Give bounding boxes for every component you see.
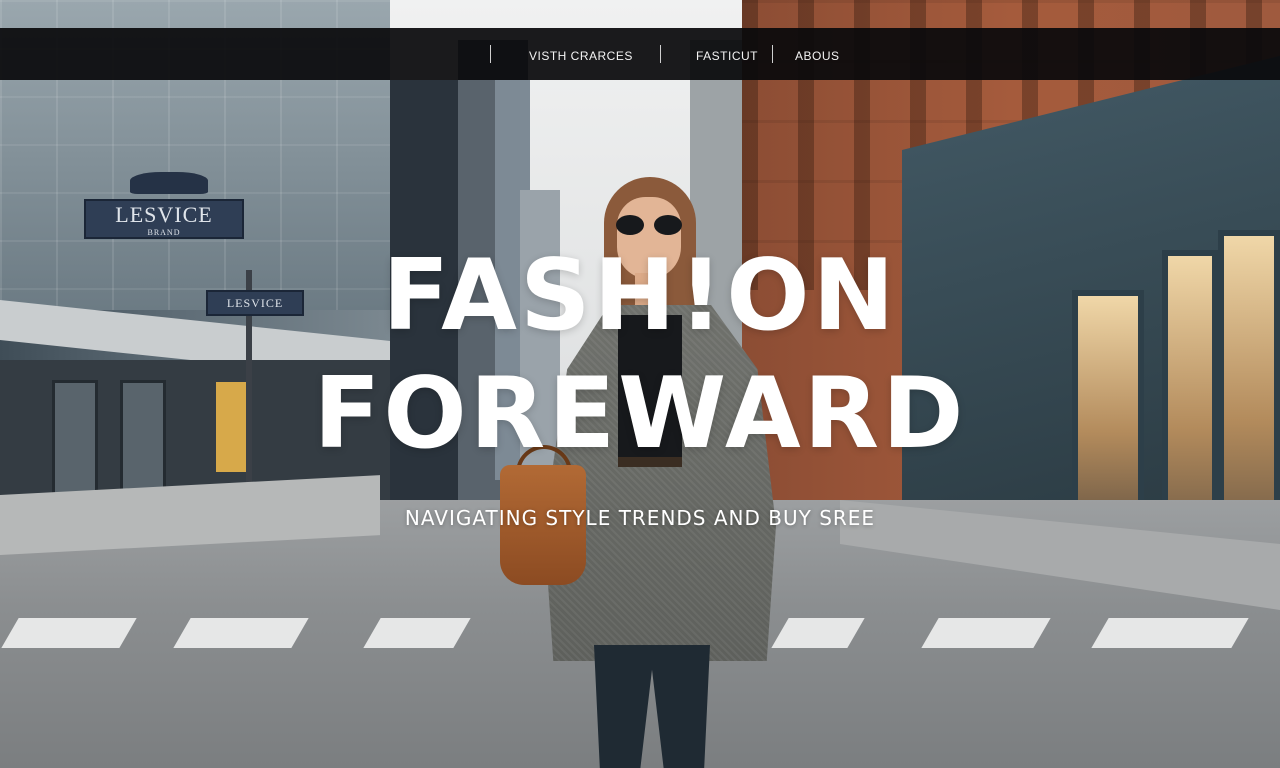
nav-link-abous[interactable]: ABOUS xyxy=(795,28,840,80)
crosswalk-stripe xyxy=(1,618,137,648)
belt xyxy=(618,457,682,467)
nav-separator xyxy=(490,45,491,63)
store-sign-small-text: LESVICE xyxy=(226,296,284,310)
crosswalk-stripe xyxy=(173,618,309,648)
store-sign-text: LESVICE xyxy=(115,202,213,227)
poster xyxy=(216,382,246,472)
nav-separator xyxy=(660,45,661,63)
jeans xyxy=(594,645,710,768)
store-sign-subtext: BRAND xyxy=(147,228,181,237)
nav-link-visth-crarces[interactable]: VISTH CRARCES xyxy=(529,28,633,80)
nav-separator xyxy=(772,45,773,63)
sunglasses xyxy=(616,215,684,235)
hero-background-image: LESVICE BRAND LESVICE xyxy=(0,0,1280,768)
store-sign-small: LESVICE xyxy=(206,290,304,316)
crosswalk-stripe xyxy=(1091,618,1249,648)
shop-window xyxy=(1072,290,1144,530)
sign-crest-ornament xyxy=(130,172,208,194)
crosswalk-stripe xyxy=(363,618,471,648)
skyscraper xyxy=(388,80,458,500)
black-top xyxy=(618,315,682,465)
storefront-door xyxy=(120,380,166,500)
storefront-door xyxy=(52,380,98,500)
nav-link-fasticut[interactable]: FASTICUT xyxy=(696,28,758,80)
model-person xyxy=(500,175,790,768)
top-navigation-bar: VISTH CRARCES FASTICUT ABOUS xyxy=(0,28,1280,80)
store-sign-main: LESVICE BRAND xyxy=(84,199,244,239)
face xyxy=(617,197,681,279)
crosswalk-stripe xyxy=(921,618,1051,648)
leather-handbag xyxy=(500,465,586,585)
